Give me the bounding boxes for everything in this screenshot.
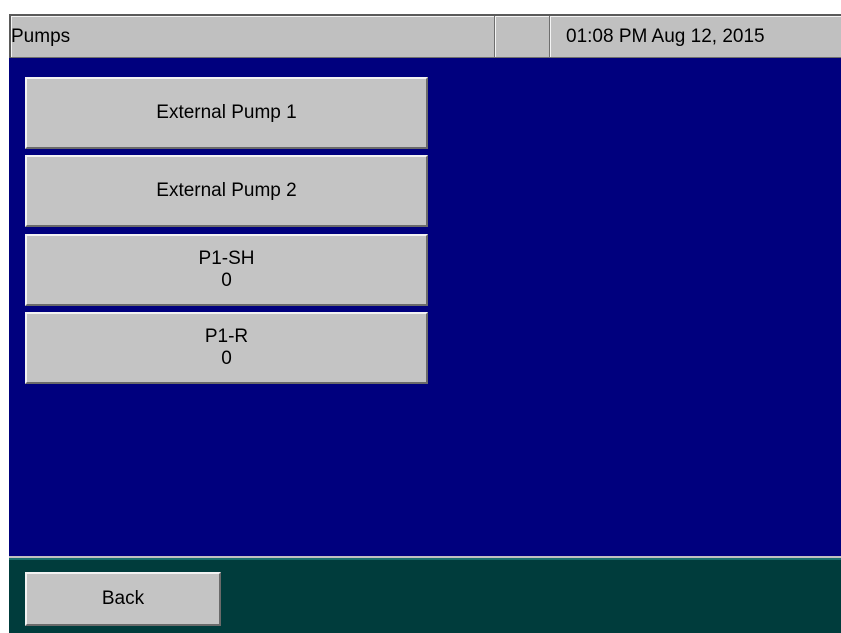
page-title: Pumps <box>11 16 495 58</box>
back-button-label: Back <box>101 588 145 609</box>
external-pump-2-label: External Pump 2 <box>156 180 297 201</box>
datetime-display: 01:08 PM Aug 12, 2015 <box>550 16 841 58</box>
external-pump-2-button[interactable]: External Pump 2 <box>25 155 428 227</box>
external-pump-1-button[interactable]: External Pump 1 <box>25 77 428 149</box>
hmi-screen: Pumps 01:08 PM Aug 12, 2015 External Pum… <box>9 14 841 633</box>
main-panel: External Pump 1 External Pump 2 P1-SH 0 … <box>9 58 841 556</box>
external-pump-1-label: External Pump 1 <box>156 102 297 123</box>
back-button[interactable]: Back <box>25 572 221 626</box>
p1-sh-button[interactable]: P1-SH 0 <box>25 234 428 306</box>
p1-r-button[interactable]: P1-R 0 <box>25 312 428 384</box>
p1-sh-value: 0 <box>221 270 232 291</box>
footer-bar: Back <box>9 558 841 633</box>
p1-r-label: P1-R <box>204 326 249 347</box>
header-blank-cell <box>495 16 550 58</box>
p1-sh-label: P1-SH <box>198 248 255 269</box>
p1-r-value: 0 <box>221 348 232 369</box>
header-bar: Pumps 01:08 PM Aug 12, 2015 <box>9 14 841 58</box>
